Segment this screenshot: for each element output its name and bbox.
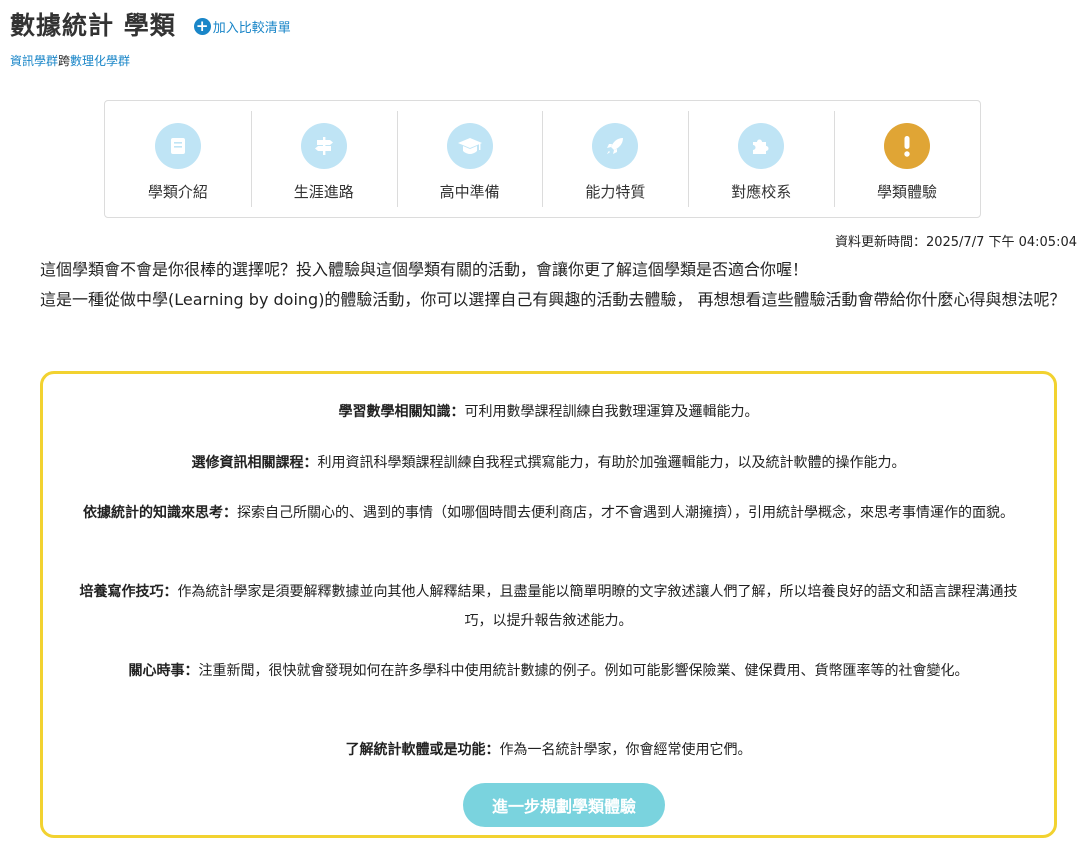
experience-item: 學習數學相關知識：可利用數學課程訓練自我數理運算及邏輯能力。 xyxy=(73,398,1024,427)
add-to-compare-link[interactable]: + 加入比較清單 xyxy=(193,17,291,36)
experience-item: 了解統計軟體或是功能：作為一名統計學家，你會經常使用它們。 xyxy=(73,736,1024,765)
add-to-compare-label: 加入比較清單 xyxy=(212,20,291,36)
experience-text: 可利用數學課程訓練自我數理運算及邏輯能力。 xyxy=(464,404,759,420)
section-nav: 學類介紹 生涯進路 高中準備 能力特質 對應校系 學類體驗 xyxy=(104,100,981,218)
tab-label: 對應校系 xyxy=(731,183,792,201)
tab-abilities[interactable]: 能力特質 xyxy=(542,101,688,217)
experience-text: 利用資訊科學類課程訓練自我程式撰寫能力，有助於加強邏輯能力，以及統計軟體的操作能… xyxy=(317,455,906,471)
tab-career[interactable]: 生涯進路 xyxy=(250,101,397,217)
tab-label: 能力特質 xyxy=(585,183,646,201)
tab-label: 學類體驗 xyxy=(877,183,938,201)
experience-text: 作為統計學家是須要解釋數據並向其他人解釋結果，且盡量能以簡單明瞭的文字敘述讓人們… xyxy=(177,584,1018,629)
breadcrumb-item-info[interactable]: 資訊學群 xyxy=(10,54,58,68)
intro-paragraph: 這個學類會不會是你很棒的選擇呢？投入體驗與這個學類有關的活動，會讓你更了解這個學… xyxy=(40,260,809,279)
page-header: 數據統計 學類 + 加入比較清單 xyxy=(10,2,291,46)
intro-text: 這個學類會不會是你很棒的選擇呢？投入體驗與這個學類有關的活動，會讓你更了解這個學… xyxy=(40,258,1078,318)
puzzle-icon xyxy=(738,123,785,169)
experience-item: 培養寫作技巧：作為統計學家是須要解釋數據並向其他人解釋結果，且盡量能以簡單明瞭的… xyxy=(73,578,1024,636)
tab-label: 高中準備 xyxy=(439,183,500,201)
breadcrumb: 資訊學群跨數理化學群 xyxy=(10,52,130,69)
graduation-cap-icon xyxy=(446,123,493,169)
experience-box: 學習數學相關知識：可利用數學課程訓練自我數理運算及邏輯能力。 選修資訊相關課程：… xyxy=(40,371,1057,838)
update-time: 資料更新時間：2025/7/7 下午 04:05:04 xyxy=(834,235,1077,250)
plan-experience-button[interactable]: 進一步規劃學類體驗 xyxy=(463,783,665,827)
signpost-icon xyxy=(300,123,347,169)
experience-text: 注重新聞，很快就會發現如何在許多學科中使用統計數據的例子。例如可能影響保險業、健… xyxy=(198,663,969,679)
tab-label: 學類介紹 xyxy=(147,183,208,201)
tab-experience[interactable]: 學類體驗 xyxy=(834,101,980,217)
experience-item: 選修資訊相關課程：利用資訊科學類課程訓練自我程式撰寫能力，有助於加強邏輯能力，以… xyxy=(73,449,1024,478)
plus-circle-icon: + xyxy=(193,17,211,35)
experience-title: 培養寫作技巧： xyxy=(79,584,178,600)
experience-title: 依據統計的知識來思考： xyxy=(83,505,237,521)
tab-departments[interactable]: 對應校系 xyxy=(688,101,834,217)
breadcrumb-separator: 跨 xyxy=(58,54,71,68)
experience-item: 關心時事：注重新聞，很快就會發現如何在許多學科中使用統計數據的例子。例如可能影響… xyxy=(73,657,1024,686)
experience-title: 選修資訊相關課程： xyxy=(191,455,318,471)
breadcrumb-item-math[interactable]: 數理化學群 xyxy=(70,54,130,68)
experience-title: 學習數學相關知識： xyxy=(338,404,465,420)
exclamation-icon xyxy=(884,123,931,169)
book-icon xyxy=(154,123,201,169)
tab-highschool-prep[interactable]: 高中準備 xyxy=(396,101,543,217)
experience-text: 探索自己所關心的、遇到的事情（如哪個時間去便利商店，才不會遇到人潮擁擠），引用統… xyxy=(237,505,1014,521)
experience-title: 了解統計軟體或是功能： xyxy=(345,742,500,758)
rocket-icon xyxy=(592,123,639,169)
intro-paragraph: 這是一種從做中學(Learning by doing)的體驗活動，你可以選擇自己… xyxy=(40,290,1066,309)
experience-text: 作為一名統計學家，你會經常使用它們。 xyxy=(499,742,752,758)
experience-item: 依據統計的知識來思考：探索自己所關心的、遇到的事情（如哪個時間去便利商店，才不會… xyxy=(73,499,1024,528)
page-title: 數據統計 學類 xyxy=(10,11,176,40)
experience-title: 關心時事： xyxy=(128,663,199,679)
tab-label: 生涯進路 xyxy=(293,183,354,201)
tab-intro[interactable]: 學類介紹 xyxy=(105,101,251,217)
